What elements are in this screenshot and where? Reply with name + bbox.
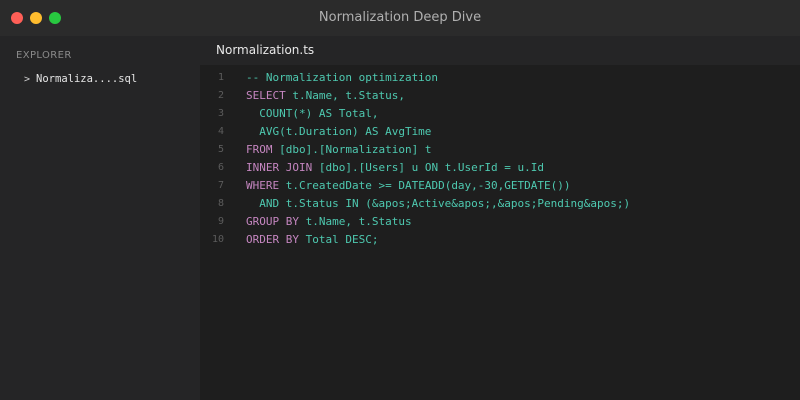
sql-keyword: INNER JOIN	[246, 161, 319, 174]
code-text: AND t.Status IN (&apos;Active&apos;,&apo…	[246, 197, 631, 210]
code-line: 3 COUNT(*) AS Total,	[200, 105, 800, 123]
line-content: AVG(t.Duration) AS AvgTime	[246, 123, 431, 141]
line-content: WHERE t.CreatedDate >= DATEADD(day,-30,G…	[246, 177, 571, 195]
line-number: 7	[217, 180, 224, 191]
line-content: SELECT t.Name, t.Status,	[246, 87, 405, 105]
sidebar: EXPLORER > Normaliza....sql	[0, 36, 200, 400]
tab-normalization-ts[interactable]: Normalization.ts	[200, 36, 330, 65]
line-number: 3	[217, 108, 224, 119]
line-content: INNER JOIN [dbo].[Users] u ON t.UserId =…	[246, 159, 544, 177]
line-content: AND t.Status IN (&apos;Active&apos;,&apo…	[246, 195, 630, 213]
code-text: [dbo].[Users] u ON t.UserId = u.Id	[318, 161, 545, 174]
editor: Normalization.ts 1 -- Normalization optim…	[200, 36, 800, 400]
line-number: 2	[217, 90, 224, 101]
code-line: 10 ORDER BY Total DESC;	[200, 231, 800, 249]
line-content: GROUP BY t.Name, t.Status	[246, 213, 412, 231]
code-line: 6 INNER JOIN [dbo].[Users] u ON t.UserId …	[200, 159, 800, 177]
sql-keyword: ORDER BY	[246, 233, 306, 246]
file-item[interactable]: > Normaliza....sql	[24, 71, 137, 87]
line-number: 9	[217, 216, 224, 227]
code-line: 1 -- Normalization optimization	[200, 69, 800, 87]
line-number: 4	[217, 126, 224, 137]
window-title: Normalization Deep Dive	[318, 10, 482, 25]
code-line: 4 AVG(t.Duration) AS AvgTime	[200, 123, 800, 141]
line-content: COUNT(*) AS Total,	[246, 105, 378, 123]
code-line: 9 GROUP BY t.Name, t.Status	[200, 213, 800, 231]
code-line: 2 SELECT t.Name, t.Status,	[200, 87, 800, 105]
explorer-header: EXPLORER	[16, 50, 72, 61]
sql-keyword: WHERE	[246, 179, 286, 192]
sql-keyword: FROM	[246, 143, 280, 156]
line-number: 5	[217, 144, 224, 155]
line-number: 8	[217, 198, 224, 209]
line-number: 6	[217, 162, 224, 173]
line-number: 1	[217, 72, 224, 83]
code-line: 7 WHERE t.CreatedDate >= DATEADD(day,-30,…	[200, 177, 800, 195]
code-comment: -- Normalization optimization	[246, 71, 439, 84]
code-text: t.CreatedDate >= DATEADD(day,-30,GETDATE…	[285, 179, 571, 192]
code-text: Total DESC;	[305, 233, 379, 246]
code-text: [dbo].[Normalization] t	[279, 143, 432, 156]
code-line: 8 AND t.Status IN (&apos;Active&apos;,&a…	[200, 195, 800, 213]
title-bar: Normalization Deep Dive	[0, 0, 800, 36]
code-line: 5 FROM [dbo].[Normalization] t	[200, 141, 800, 159]
sql-keyword: GROUP BY	[246, 215, 306, 228]
code-text: AVG(t.Duration) AS AvgTime	[246, 125, 432, 138]
line-content: ORDER BY Total DESC;	[246, 231, 378, 249]
tab-bar: Normalization.ts	[200, 36, 800, 65]
line-content: FROM [dbo].[Normalization] t	[246, 141, 431, 159]
line-number: 10	[211, 234, 224, 245]
code-text: t.Name, t.Status,	[292, 89, 405, 102]
file-name: Normaliza....sql	[36, 73, 138, 85]
line-content: -- Normalization optimization	[246, 69, 438, 87]
code-text: COUNT(*) AS Total,	[246, 107, 379, 120]
code-text: t.Name, t.Status	[305, 215, 412, 228]
chevron-right-icon: >	[24, 73, 31, 85]
code-area[interactable]: 1 -- Normalization optimization 2 SELECT t.…	[200, 69, 800, 249]
sql-keyword: SELECT	[246, 89, 293, 102]
